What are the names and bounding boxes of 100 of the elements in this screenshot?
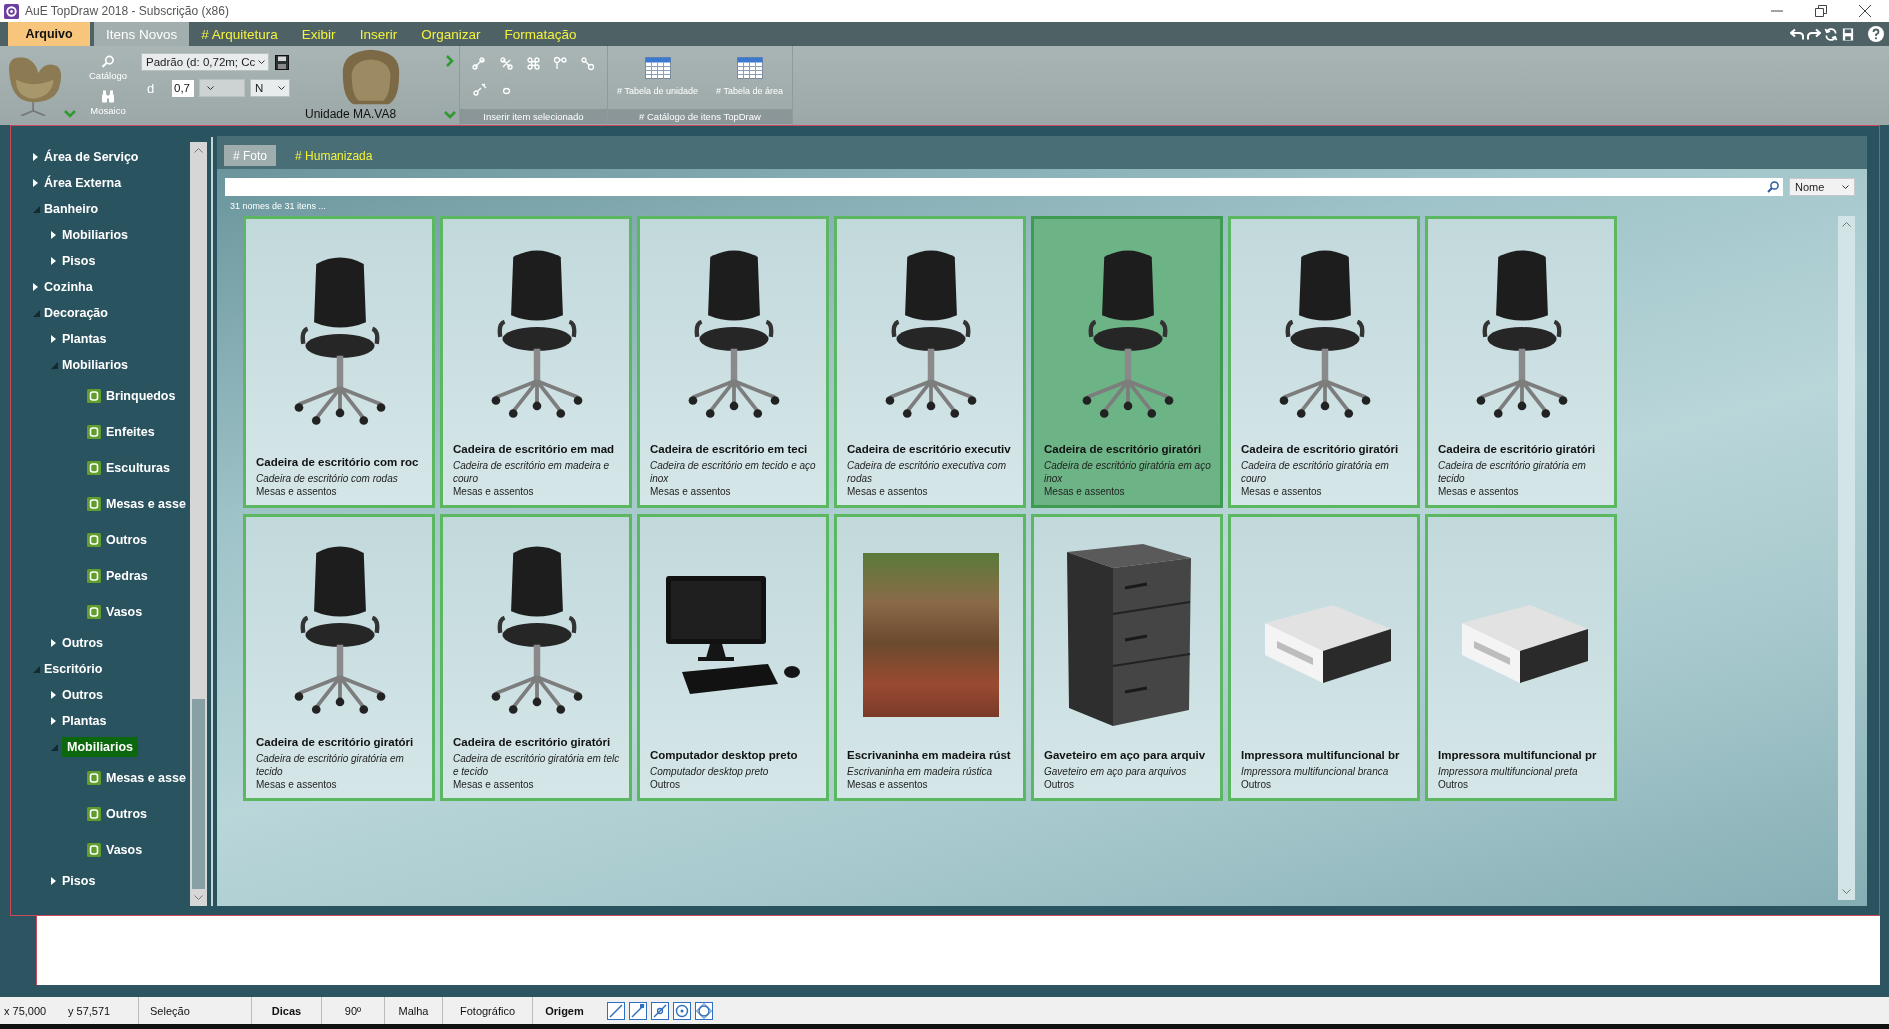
group-label: # Catálogo de itens TopDraw (608, 109, 792, 124)
style-dropdown[interactable]: Padrão (d: 0,72m; Cc (141, 53, 269, 71)
direction-dropdown[interactable]: N (250, 79, 290, 97)
restore-icon[interactable] (1815, 5, 1827, 17)
circle-center-icon[interactable] (673, 1001, 691, 1020)
collapsed-caret-icon[interactable] (51, 639, 56, 647)
collapsed-caret-icon[interactable] (51, 877, 56, 885)
tree-item[interactable]: Plantas (62, 712, 107, 730)
product-card[interactable]: Cadeira de escritório giratóri Cadeira de escritório giratória em telc e tecido Mesas e assentos (440, 514, 632, 801)
tree-item[interactable]: Mesas e asse (106, 769, 186, 787)
product-title: Gaveteiro em aço para arquiv (1044, 749, 1207, 761)
app-logo-icon (4, 3, 19, 19)
help-icon[interactable] (1868, 26, 1884, 42)
product-card[interactable]: Cadeira de escritório em teci Cadeira de escritório em tecido e aço inox Mesas e assentos (637, 216, 829, 508)
redo-icon[interactable] (1807, 27, 1821, 41)
scroll-down-icon[interactable] (194, 895, 203, 900)
tree-item[interactable]: Enfeites (106, 423, 155, 441)
search-field[interactable] (225, 178, 1783, 196)
scrollbar-thumb[interactable] (192, 699, 205, 889)
product-card[interactable]: Cadeira de escritório giratóri Cadeira de escritório giratória em tecido Mesas e assentos (1425, 216, 1617, 508)
group-label: Inserir item selecionado (460, 109, 607, 124)
tree-item[interactable]: Esculturas (106, 459, 170, 477)
menu-tab[interactable]: Exibir (289, 22, 348, 46)
linked-circles-icon[interactable] (580, 56, 595, 71)
product-card[interactable]: Cadeira de escritório giratóri Cadeira de escritório giratória em couro Mesas e assentos (1228, 216, 1420, 508)
menu-tab[interactable]: # Arquitetura (189, 22, 290, 46)
tree-item[interactable]: Pedras (106, 567, 148, 585)
product-card[interactable]: Cadeira de escritório com roc Cadeira de escritório com rodas Mesas e assentos (243, 216, 435, 508)
menu-tab[interactable]: Formatação (492, 22, 589, 46)
product-card[interactable]: Computador desktop preto Computador desktop preto Outros (637, 514, 829, 801)
tree-item[interactable]: Banheiro (44, 200, 99, 218)
tree-item[interactable]: Pisos (62, 252, 96, 270)
tree-item[interactable]: Vasos (106, 603, 143, 621)
tree-item[interactable]: Outros (62, 686, 103, 704)
tree-item[interactable]: Decoração (44, 304, 108, 322)
collapsed-caret-icon[interactable] (51, 257, 56, 265)
collapsed-caret-icon[interactable] (51, 335, 56, 343)
tree-item[interactable]: Mobiliarios (62, 356, 128, 374)
linked-circles-icon[interactable] (472, 56, 487, 71)
tree-item[interactable]: Cozinha (44, 278, 93, 296)
tree-item[interactable]: Área de Serviço (44, 148, 139, 166)
tree-item[interactable]: Outros (106, 531, 147, 549)
product-card[interactable]: Impressora multifuncional pr Impressora multifuncional preta Outros (1425, 514, 1617, 801)
tree-item[interactable]: Plantas (62, 330, 107, 348)
line-midpoint-icon[interactable] (651, 1001, 669, 1020)
view-tab[interactable]: # Humanizada (286, 145, 382, 166)
expanded-caret-icon[interactable] (51, 361, 58, 369)
product-card[interactable]: Cadeira de escritório giratóri Cadeira de escritório giratória em aço inox Mesas e assentos (1031, 216, 1223, 508)
tree-item[interactable]: Brinquedos (106, 387, 176, 405)
tree-item[interactable]: Área Externa (44, 174, 122, 192)
scroll-up-icon[interactable] (1842, 222, 1851, 227)
expanded-caret-icon[interactable] (33, 309, 40, 317)
expanded-caret-icon[interactable] (33, 665, 40, 673)
linked-circles-icon[interactable] (526, 56, 541, 71)
product-card[interactable]: Cadeira de escritório executiv Cadeira de escritório executiva com rodas Mesas e assentos (834, 216, 1026, 508)
undo-icon[interactable] (1790, 27, 1804, 41)
product-title: Cadeira de escritório giratóri (1044, 443, 1203, 455)
collapsed-caret-icon[interactable] (51, 691, 56, 699)
expanded-caret-icon[interactable] (51, 743, 58, 751)
collapsed-caret-icon[interactable] (51, 717, 56, 725)
diagonal-line-icon[interactable] (607, 1001, 625, 1020)
linked-circles-icon[interactable] (553, 56, 568, 71)
tree-item[interactable]: Mobiliarios (62, 737, 138, 757)
linked-circles-icon[interactable] (499, 56, 514, 71)
tree-item[interactable]: Outros (62, 634, 103, 652)
file-menu-button[interactable]: Arquivo (8, 22, 90, 46)
product-category: Mesas e assentos (650, 485, 732, 498)
product-card[interactable]: Escrivaninha em madeira rúst Escrivaninha em madeira rústica Mesas e assentos (834, 514, 1026, 801)
tree-item[interactable]: Escritório (44, 660, 103, 678)
product-card[interactable]: Cadeira de escritório em mad Cadeira de escritório em madeira e couro Mesas e assentos (440, 216, 632, 508)
search-icon[interactable] (1767, 181, 1779, 193)
circle-quadrant-icon[interactable] (695, 1001, 713, 1020)
collapsed-caret-icon[interactable] (51, 231, 56, 239)
scrollbar[interactable] (190, 142, 207, 906)
sort-dropdown[interactable]: Nome (1789, 178, 1855, 196)
tree-item[interactable]: Pisos (62, 872, 96, 890)
product-card[interactable]: Cadeira de escritório giratóri Cadeira de escritório giratória em tecido Mesas e assentos (243, 514, 435, 801)
menu-tab[interactable]: Inserir (347, 22, 410, 46)
save-icon[interactable] (275, 54, 289, 70)
save-icon[interactable] (1841, 27, 1855, 41)
expanded-caret-icon[interactable] (33, 205, 40, 213)
tree-item[interactable]: Vasos (106, 841, 143, 859)
tree-item[interactable]: Mesas e asse (106, 495, 186, 513)
refresh-icon[interactable] (1824, 27, 1838, 41)
category-tile-icon (87, 569, 101, 583)
collapsed-caret-icon[interactable] (33, 179, 38, 187)
close-icon[interactable] (1859, 5, 1871, 17)
product-card[interactable]: Gaveteiro em aço para arquiv Gaveteiro em aço para arquivos Outros (1031, 514, 1223, 801)
size-input[interactable]: 0,7 (172, 79, 194, 97)
collapsed-caret-icon[interactable] (33, 283, 38, 291)
collapsed-caret-icon[interactable] (33, 153, 38, 161)
scroll-down-icon[interactable] (1842, 889, 1851, 894)
product-card[interactable]: Impressora multifuncional br Impressora multifuncional branca Outros (1228, 514, 1420, 801)
linked-circles-icon[interactable] (472, 82, 487, 97)
menu-tab[interactable]: Organizar (409, 22, 493, 46)
tree-item[interactable]: Outros (106, 805, 147, 823)
tree-item[interactable]: Mobiliarios (62, 226, 128, 244)
scrollbar[interactable] (1838, 216, 1855, 900)
line-endpoint-icon[interactable] (629, 1001, 647, 1020)
scroll-up-icon[interactable] (194, 148, 203, 153)
